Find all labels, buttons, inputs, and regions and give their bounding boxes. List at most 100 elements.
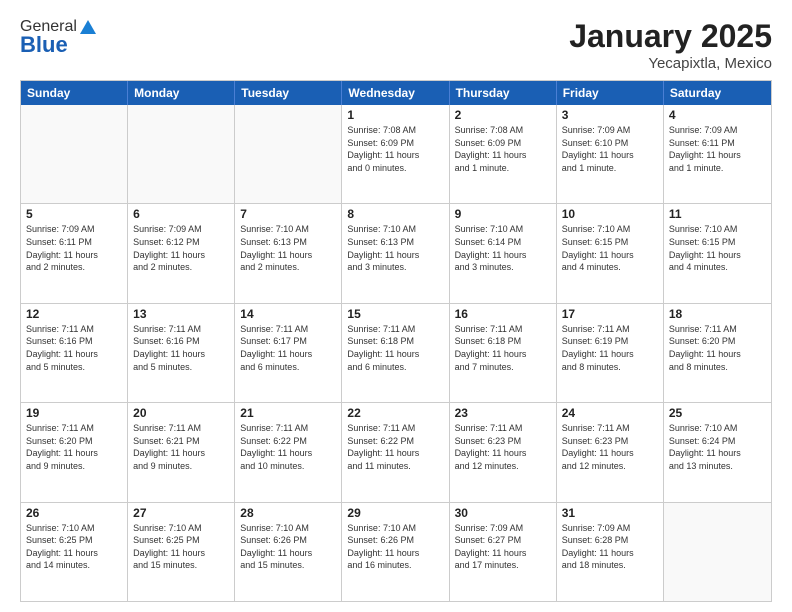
day-cell-4: 4 Sunrise: 7:09 AM Sunset: 6:11 PM Daylig… — [664, 105, 771, 203]
day-info: Sunrise: 7:10 AM Sunset: 6:26 PM Dayligh… — [240, 522, 336, 572]
day-cell-31: 31Sunrise: 7:09 AM Sunset: 6:28 PM Dayli… — [557, 503, 664, 601]
day-cell-15: 15 Sunrise: 7:11 AM Sunset: 6:18 PM Dayli… — [342, 304, 449, 402]
day-number: 15 — [347, 307, 443, 321]
day-number: 7 — [240, 207, 336, 221]
day-cell-8: 8Sunrise: 7:10 AM Sunset: 6:13 PM Daylig… — [342, 204, 449, 302]
day-number: 14 — [240, 307, 336, 321]
day-number: 13 — [133, 307, 229, 321]
day-info: Sunrise: 7:11 AM Sunset: 6:18 PM Dayligh… — [347, 323, 443, 373]
day-info: Sunrise: 7:11 AM Sunset: 6:17 PM Dayligh… — [240, 323, 336, 373]
calendar-row-0: 1 Sunrise: 7:08 AM Sunset: 6:09 PM Daylig… — [21, 105, 771, 203]
weekday-header-sunday: Sunday — [21, 81, 128, 105]
day-cell-23: 23 Sunrise: 7:11 AM Sunset: 6:23 PM Dayli… — [450, 403, 557, 501]
day-cell-28: 28Sunrise: 7:10 AM Sunset: 6:26 PM Dayli… — [235, 503, 342, 601]
day-number: 16 — [455, 307, 551, 321]
day-info: Sunrise: 7:11 AM Sunset: 6:16 PM Dayligh… — [133, 323, 229, 373]
day-cell-30: 30 Sunrise: 7:09 AM Sunset: 6:27 PM Dayli… — [450, 503, 557, 601]
day-info: Sunrise: 7:10 AM Sunset: 6:26 PM Dayligh… — [347, 522, 443, 572]
calendar: SundayMondayTuesdayWednesdayThursdayFrid… — [20, 80, 772, 602]
day-number: 6 — [133, 207, 229, 221]
day-cell-24: 24Sunrise: 7:11 AM Sunset: 6:23 PM Dayli… — [557, 403, 664, 501]
page: General Blue January 2025 Yecapixtla, Me… — [0, 0, 792, 612]
day-info: Sunrise: 7:10 AM Sunset: 6:13 PM Dayligh… — [240, 223, 336, 273]
day-info: Sunrise: 7:11 AM Sunset: 6:20 PM Dayligh… — [669, 323, 766, 373]
logo: General Blue — [20, 18, 97, 58]
day-cell-2: 2 Sunrise: 7:08 AM Sunset: 6:09 PM Daylig… — [450, 105, 557, 203]
day-cell-18: 18 Sunrise: 7:11 AM Sunset: 6:20 PM Dayli… — [664, 304, 771, 402]
day-number: 9 — [455, 207, 551, 221]
day-number: 31 — [562, 506, 658, 520]
day-cell-9: 9 Sunrise: 7:10 AM Sunset: 6:14 PM Daylig… — [450, 204, 557, 302]
day-cell-5: 5 Sunrise: 7:09 AM Sunset: 6:11 PM Daylig… — [21, 204, 128, 302]
calendar-header: SundayMondayTuesdayWednesdayThursdayFrid… — [21, 81, 771, 105]
day-info: Sunrise: 7:10 AM Sunset: 6:15 PM Dayligh… — [669, 223, 766, 273]
day-cell-6: 6 Sunrise: 7:09 AM Sunset: 6:12 PM Daylig… — [128, 204, 235, 302]
day-number: 4 — [669, 108, 766, 122]
day-info: Sunrise: 7:08 AM Sunset: 6:09 PM Dayligh… — [347, 124, 443, 174]
day-number: 20 — [133, 406, 229, 420]
calendar-row-3: 19Sunrise: 7:11 AM Sunset: 6:20 PM Dayli… — [21, 402, 771, 501]
empty-cell-0-0 — [21, 105, 128, 203]
day-number: 18 — [669, 307, 766, 321]
weekday-header-saturday: Saturday — [664, 81, 771, 105]
day-cell-3: 3 Sunrise: 7:09 AM Sunset: 6:10 PM Daylig… — [557, 105, 664, 203]
day-number: 29 — [347, 506, 443, 520]
day-cell-22: 22 Sunrise: 7:11 AM Sunset: 6:22 PM Dayli… — [342, 403, 449, 501]
weekday-header-friday: Friday — [557, 81, 664, 105]
logo-icon — [79, 18, 97, 36]
day-number: 30 — [455, 506, 551, 520]
day-cell-13: 13 Sunrise: 7:11 AM Sunset: 6:16 PM Dayli… — [128, 304, 235, 402]
day-info: Sunrise: 7:10 AM Sunset: 6:25 PM Dayligh… — [26, 522, 122, 572]
day-info: Sunrise: 7:10 AM Sunset: 6:15 PM Dayligh… — [562, 223, 658, 273]
day-number: 3 — [562, 108, 658, 122]
day-number: 1 — [347, 108, 443, 122]
calendar-row-4: 26 Sunrise: 7:10 AM Sunset: 6:25 PM Dayli… — [21, 502, 771, 601]
weekday-header-monday: Monday — [128, 81, 235, 105]
day-cell-27: 27 Sunrise: 7:10 AM Sunset: 6:25 PM Dayli… — [128, 503, 235, 601]
day-number: 26 — [26, 506, 122, 520]
day-number: 2 — [455, 108, 551, 122]
calendar-row-2: 12 Sunrise: 7:11 AM Sunset: 6:16 PM Dayli… — [21, 303, 771, 402]
day-info: Sunrise: 7:09 AM Sunset: 6:11 PM Dayligh… — [26, 223, 122, 273]
day-number: 17 — [562, 307, 658, 321]
day-number: 22 — [347, 406, 443, 420]
day-info: Sunrise: 7:09 AM Sunset: 6:27 PM Dayligh… — [455, 522, 551, 572]
day-info: Sunrise: 7:08 AM Sunset: 6:09 PM Dayligh… — [455, 124, 551, 174]
day-cell-26: 26 Sunrise: 7:10 AM Sunset: 6:25 PM Dayli… — [21, 503, 128, 601]
day-info: Sunrise: 7:11 AM Sunset: 6:22 PM Dayligh… — [347, 422, 443, 472]
day-number: 10 — [562, 207, 658, 221]
location-title: Yecapixtla, Mexico — [569, 55, 772, 72]
title-section: January 2025 Yecapixtla, Mexico — [569, 18, 772, 72]
day-info: Sunrise: 7:11 AM Sunset: 6:23 PM Dayligh… — [455, 422, 551, 472]
day-cell-19: 19Sunrise: 7:11 AM Sunset: 6:20 PM Dayli… — [21, 403, 128, 501]
day-info: Sunrise: 7:09 AM Sunset: 6:12 PM Dayligh… — [133, 223, 229, 273]
day-number: 19 — [26, 406, 122, 420]
day-info: Sunrise: 7:10 AM Sunset: 6:25 PM Dayligh… — [133, 522, 229, 572]
day-info: Sunrise: 7:09 AM Sunset: 6:11 PM Dayligh… — [669, 124, 766, 174]
day-cell-10: 10 Sunrise: 7:10 AM Sunset: 6:15 PM Dayli… — [557, 204, 664, 302]
empty-cell-4-6 — [664, 503, 771, 601]
day-cell-11: 11 Sunrise: 7:10 AM Sunset: 6:15 PM Dayli… — [664, 204, 771, 302]
day-info: Sunrise: 7:11 AM Sunset: 6:21 PM Dayligh… — [133, 422, 229, 472]
day-number: 23 — [455, 406, 551, 420]
empty-cell-0-2 — [235, 105, 342, 203]
weekday-header-tuesday: Tuesday — [235, 81, 342, 105]
day-info: Sunrise: 7:10 AM Sunset: 6:13 PM Dayligh… — [347, 223, 443, 273]
day-info: Sunrise: 7:10 AM Sunset: 6:14 PM Dayligh… — [455, 223, 551, 273]
day-cell-25: 25Sunrise: 7:10 AM Sunset: 6:24 PM Dayli… — [664, 403, 771, 501]
logo-blue: Blue — [20, 32, 68, 58]
day-number: 5 — [26, 207, 122, 221]
weekday-header-thursday: Thursday — [450, 81, 557, 105]
day-info: Sunrise: 7:11 AM Sunset: 6:18 PM Dayligh… — [455, 323, 551, 373]
calendar-row-1: 5 Sunrise: 7:09 AM Sunset: 6:11 PM Daylig… — [21, 203, 771, 302]
day-number: 12 — [26, 307, 122, 321]
day-cell-14: 14 Sunrise: 7:11 AM Sunset: 6:17 PM Dayli… — [235, 304, 342, 402]
day-number: 11 — [669, 207, 766, 221]
day-number: 27 — [133, 506, 229, 520]
empty-cell-0-1 — [128, 105, 235, 203]
month-title: January 2025 — [569, 18, 772, 55]
day-cell-20: 20 Sunrise: 7:11 AM Sunset: 6:21 PM Dayli… — [128, 403, 235, 501]
day-info: Sunrise: 7:09 AM Sunset: 6:10 PM Dayligh… — [562, 124, 658, 174]
day-cell-1: 1 Sunrise: 7:08 AM Sunset: 6:09 PM Daylig… — [342, 105, 449, 203]
calendar-body: 1 Sunrise: 7:08 AM Sunset: 6:09 PM Daylig… — [21, 105, 771, 601]
